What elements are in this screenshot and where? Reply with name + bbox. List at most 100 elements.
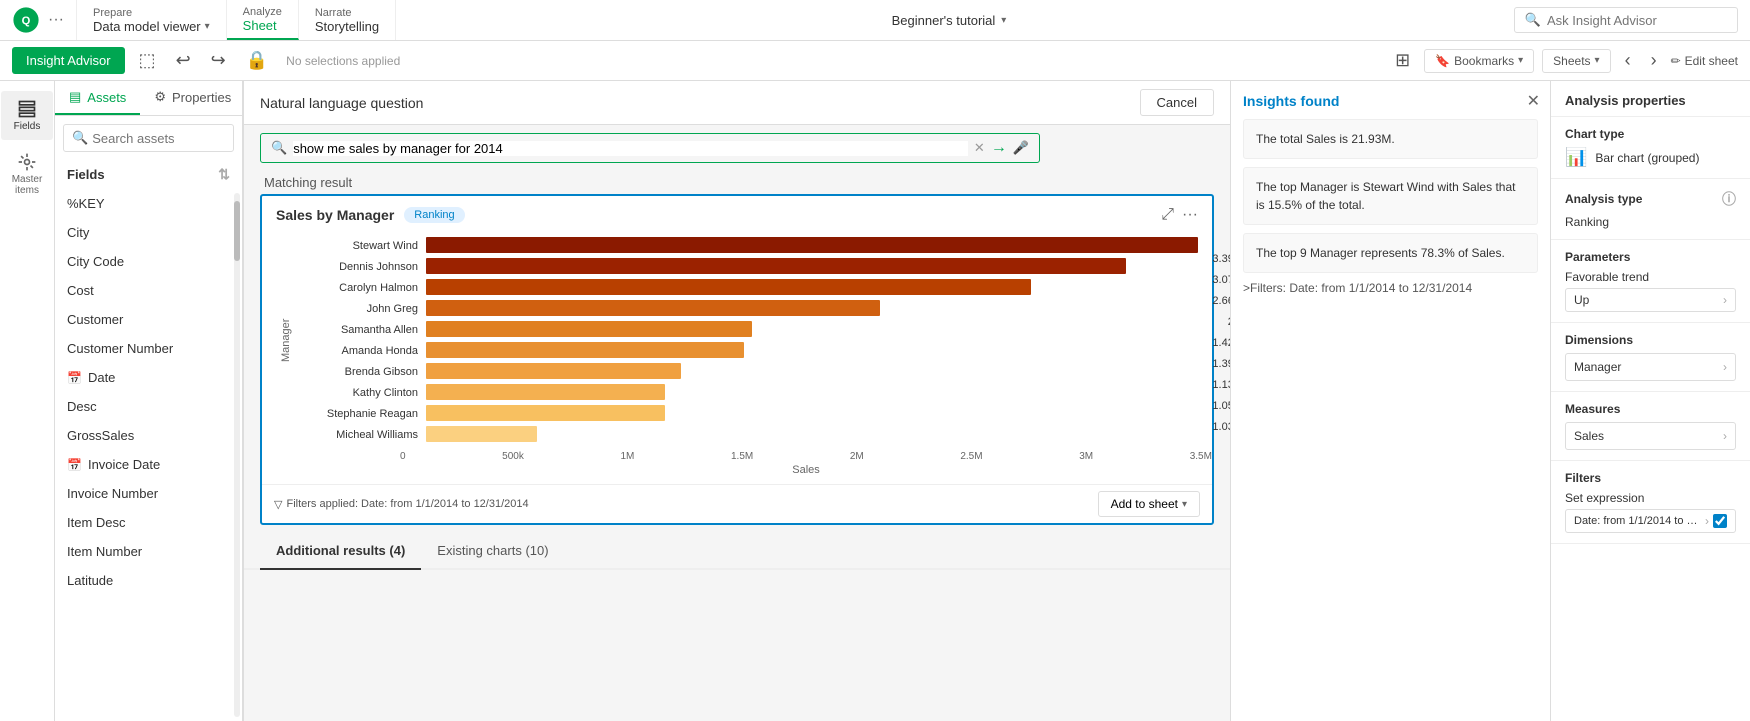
bookmarks-button[interactable]: 🔖 Bookmarks ▾: [1424, 49, 1534, 73]
undo-button[interactable]: ↩: [170, 46, 197, 75]
svg-text:Q: Q: [22, 15, 31, 27]
list-item[interactable]: 📅Date: [55, 363, 232, 392]
nav-prev-button[interactable]: ‹: [1619, 46, 1637, 75]
bar-label: Amanda Honda: [296, 345, 426, 357]
mic-icon[interactable]: 🎤: [1013, 140, 1029, 156]
list-item[interactable]: Cost: [55, 276, 232, 305]
search-submit-icon[interactable]: →: [991, 139, 1007, 157]
redo-button[interactable]: ↪: [205, 46, 232, 75]
edit-sheet-button[interactable]: ✏ Edit sheet: [1671, 54, 1738, 68]
expand-chart-button[interactable]: ⤢: [1161, 206, 1174, 224]
chart-menu-button[interactable]: ···: [1182, 206, 1198, 224]
x-axis-tick: 2M: [850, 451, 864, 462]
list-item[interactable]: Item Number: [55, 537, 232, 566]
selection-tool-button[interactable]: ⬚: [133, 46, 162, 75]
top-nav: Q ··· Prepare Data model viewer ▾ Analyz…: [0, 0, 1750, 41]
qlik-logo[interactable]: Q: [12, 6, 40, 34]
table-row: Kathy Clinton 1.05M: [296, 384, 1198, 402]
bar-value: 2.66M: [1212, 295, 1230, 307]
table-row: Brenda Gibson 1.13M: [296, 363, 1198, 381]
bar-value: 1.13M: [1212, 379, 1230, 391]
favorable-trend-value-row[interactable]: Up ›: [1565, 288, 1736, 312]
list-item[interactable]: Invoice Number: [55, 479, 232, 508]
analysis-panel-title: Analysis properties: [1551, 81, 1750, 117]
calendar-icon: 📅: [67, 458, 82, 472]
nav-narrate[interactable]: Narrate Storytelling: [299, 0, 396, 40]
grid-view-button[interactable]: ⊞: [1389, 46, 1416, 75]
nav-prepare[interactable]: Prepare Data model viewer ▾: [77, 0, 227, 40]
list-item[interactable]: Customer Number: [55, 334, 232, 363]
bar-label: Stephanie Reagan: [296, 408, 426, 420]
cancel-button[interactable]: Cancel: [1140, 89, 1214, 116]
measures-chevron: ›: [1723, 429, 1727, 443]
bar-container: 3.07M: [426, 258, 1198, 276]
sidebar-item-master[interactable]: Master items: [1, 144, 53, 204]
add-to-sheet-button[interactable]: Add to sheet ▾: [1098, 491, 1200, 517]
left-panel: Fields Master items ▤ Assets ⚙ Propertie…: [0, 81, 244, 721]
sheets-dropdown-arrow: ▾: [1595, 55, 1600, 66]
tab-properties[interactable]: ⚙ Properties: [140, 81, 245, 115]
favorable-trend-label: Favorable trend: [1565, 270, 1736, 284]
nav-prepare-title: Data model viewer ▾: [93, 19, 210, 34]
insights-title: Insights found: [1243, 93, 1538, 109]
table-row: Samantha Allen 1.42M: [296, 321, 1198, 339]
filter-value-row[interactable]: Date: from 1/1/2014 to 1... ›: [1565, 509, 1736, 533]
search-bar-row: 🔍 ✕ → 🎤: [244, 125, 1230, 171]
clear-icon[interactable]: ✕: [974, 140, 985, 156]
nav-ellipsis[interactable]: ···: [48, 11, 64, 29]
lock-button[interactable]: 🔒: [240, 46, 274, 75]
insight-search[interactable]: 🔍 ✕ → 🎤: [260, 133, 1040, 163]
favorable-trend-value: Up: [1574, 293, 1589, 307]
sidebar-fields-label: Fields: [14, 121, 41, 132]
nav-next-button[interactable]: ›: [1645, 46, 1663, 75]
insights-close-button[interactable]: ✕: [1527, 91, 1540, 111]
filter-chevron: ›: [1705, 514, 1709, 528]
logo-area: Q ···: [0, 0, 77, 40]
search-assets-box[interactable]: 🔍: [63, 124, 234, 152]
y-axis-label: Manager: [276, 234, 296, 447]
list-item[interactable]: City: [55, 218, 232, 247]
ask-insight-box[interactable]: 🔍: [1514, 7, 1738, 33]
sidebar-item-fields[interactable]: Fields: [1, 91, 53, 140]
list-item[interactable]: Latitude: [55, 566, 232, 595]
list-item[interactable]: Item Desc: [55, 508, 232, 537]
chart-content: Stewart Wind 3.39M Dennis Johnson 3.07M …: [296, 234, 1198, 447]
filter-checkbox[interactable]: [1713, 514, 1727, 528]
bar-container: 1.05M: [426, 384, 1198, 402]
search-icon: 🔍: [271, 140, 287, 156]
nav-tutorial[interactable]: Beginner's tutorial ▾: [892, 13, 1007, 28]
ranking-badge: Ranking: [404, 207, 464, 223]
tab-existing-charts[interactable]: Existing charts (10): [421, 533, 564, 570]
parameters-section: Parameters Favorable trend Up ›: [1551, 240, 1750, 323]
list-item[interactable]: City Code: [55, 247, 232, 276]
scroll-track[interactable]: [234, 193, 240, 717]
list-item[interactable]: GrossSales: [55, 421, 232, 450]
list-item[interactable]: 📅Invoice Date: [55, 450, 232, 479]
properties-icon: ⚙: [154, 89, 166, 105]
insight-cards-container: The total Sales is 21.93M.The top Manage…: [1243, 119, 1538, 273]
ask-insight-input[interactable]: [1547, 13, 1727, 28]
dimensions-value-row[interactable]: Manager ›: [1565, 353, 1736, 381]
bar-value: 3.39M: [1212, 253, 1230, 265]
nav-analyze[interactable]: Analyze Sheet: [227, 0, 299, 40]
table-row: Amanda Honda 1.39M: [296, 342, 1198, 360]
list-item[interactable]: Customer: [55, 305, 232, 334]
list-item[interactable]: %KEY: [55, 189, 232, 218]
bar-container: [426, 426, 1198, 444]
bar-value: 1.05M: [1212, 400, 1230, 412]
search-assets-input[interactable]: [92, 131, 225, 146]
tab-assets[interactable]: ▤ Assets: [55, 81, 140, 115]
nlq-title: Natural language question: [260, 95, 423, 111]
nlq-input[interactable]: [293, 141, 968, 156]
sheets-button[interactable]: Sheets ▾: [1542, 49, 1610, 73]
bar-label: Stewart Wind: [296, 240, 426, 252]
insight-advisor-button[interactable]: Insight Advisor: [12, 47, 125, 74]
chart-title: Sales by Manager: [276, 207, 394, 223]
tab-additional-results[interactable]: Additional results (4): [260, 533, 421, 570]
measures-value-row[interactable]: Sales ›: [1565, 422, 1736, 450]
bar-value: 1.42M: [1212, 337, 1230, 349]
list-item[interactable]: Desc: [55, 392, 232, 421]
analysis-type-info-icon[interactable]: ⓘ: [1722, 189, 1736, 209]
chart-area: Sales by Manager Ranking ⤢ ··· Manager S…: [260, 194, 1214, 525]
fields-sort-icon[interactable]: ⇅: [218, 166, 230, 183]
